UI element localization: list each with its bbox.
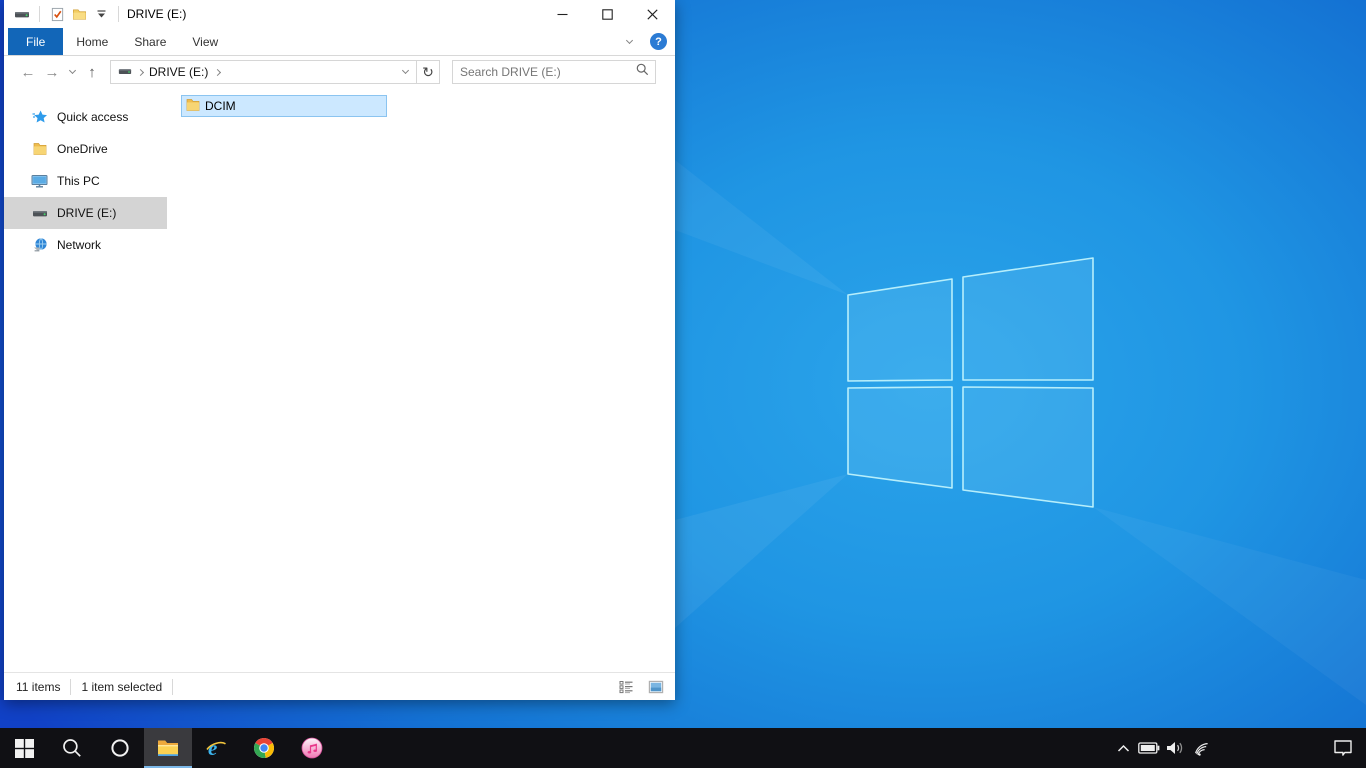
navigation-bar: ← → ↑ DRIVE (E:) ↻	[4, 56, 675, 88]
sidebar-item-label: Quick access	[57, 110, 129, 124]
cortana-button cortana-circle-icon[interactable]	[96, 728, 144, 768]
taskbar-empty-space	[336, 728, 1110, 768]
details-view-button details-view-icon[interactable]	[615, 676, 637, 698]
file-explorer-window: DRIVE (E:) File Home Share View ? ← → ↑	[4, 0, 675, 700]
sidebar-item-label: Network	[57, 238, 102, 252]
action-center-button notification-bubble-icon[interactable]	[1320, 728, 1366, 768]
breadcrumb-drive-icon	[118, 64, 132, 81]
tab-home[interactable]: Home	[63, 28, 121, 55]
view-toggles	[615, 676, 667, 698]
status-divider	[172, 678, 174, 695]
forward-button arrow-right-icon[interactable]: →	[40, 60, 64, 84]
maximize-button maximize-icon[interactable]	[585, 0, 630, 28]
titlebar: DRIVE (E:)	[4, 0, 675, 28]
breadcrumb-drive-e[interactable]: DRIVE (E:)	[149, 65, 208, 79]
svg-text:e: e	[208, 736, 217, 760]
sidebar-item-label: OneDrive	[57, 142, 108, 156]
wifi-tray-button wifi-icon[interactable]	[1188, 728, 1214, 768]
file-name: DCIM	[205, 99, 236, 113]
folder-icon	[185, 97, 201, 116]
qat-new-folder-button new-folder-icon[interactable]	[68, 3, 90, 25]
sidebar-item-onedrive[interactable]: OneDrive	[4, 133, 167, 165]
sidebar-item-quick-access[interactable]: Quick access	[4, 101, 167, 133]
refresh-button refresh-icon[interactable]: ↻	[417, 61, 439, 83]
folder-contents-pane[interactable]: DCIM	[167, 88, 675, 672]
taskbar-search-button search-icon[interactable]	[48, 728, 96, 768]
search-box	[452, 60, 656, 84]
recent-locations-button chevron-down-icon[interactable]	[64, 60, 80, 84]
help-button help-icon[interactable]: ?	[650, 33, 667, 50]
titlebar-separator	[118, 6, 119, 22]
large-icons-view-button large-icons-view-icon[interactable]	[645, 676, 667, 698]
window-body: Quick access OneDrive This PC DRIVE (E:)	[4, 88, 675, 672]
sidebar-item-label: This PC	[57, 174, 100, 188]
breadcrumb-chevron-icon[interactable]	[136, 68, 145, 76]
titlebar-separator	[39, 6, 40, 22]
taskbar-itunes-button itunes-icon[interactable]	[288, 728, 336, 768]
expand-ribbon-button chevron-down-icon[interactable]	[618, 31, 640, 53]
battery-tray-button battery-icon[interactable]	[1136, 728, 1162, 768]
sidebar-item-network[interactable]: Network	[4, 229, 167, 261]
back-button arrow-left-icon[interactable]: ←	[16, 60, 40, 84]
navigation-pane: Quick access OneDrive This PC DRIVE (E:)	[4, 88, 167, 672]
sidebar-item-this-pc[interactable]: This PC	[4, 165, 167, 197]
address-bar[interactable]: DRIVE (E:) ↻	[110, 60, 440, 84]
qat-properties-button properties-check-icon[interactable]	[46, 3, 68, 25]
items-count: 11 items	[16, 679, 61, 694]
star-icon	[31, 109, 48, 126]
close-button close-icon[interactable]	[630, 0, 675, 28]
selection-count: 1 item selected	[81, 679, 163, 694]
monitor-icon	[31, 173, 48, 190]
search-input[interactable]	[460, 65, 636, 79]
windows-logo	[847, 257, 1094, 508]
status-divider	[70, 678, 72, 695]
search-icon[interactable]	[636, 63, 649, 81]
minimize-button minimize-icon[interactable]	[540, 0, 585, 28]
status-bar: 11 items 1 item selected	[4, 672, 675, 700]
folder-icon	[31, 141, 48, 158]
tab-view[interactable]: View	[179, 28, 231, 55]
tab-file[interactable]: File	[8, 28, 64, 55]
taskbar-internet-explorer-button ie-icon[interactable]: e	[192, 728, 240, 768]
volume-tray-button volume-icon[interactable]	[1162, 728, 1188, 768]
drive-icon	[31, 205, 48, 222]
network-icon	[31, 237, 48, 254]
taskbar-file-explorer-button explorer-folder-icon[interactable]	[144, 728, 192, 768]
up-button arrow-up-icon[interactable]: ↑	[80, 60, 104, 84]
window-drive-icon	[11, 3, 33, 25]
breadcrumb-chevron-icon[interactable]	[214, 68, 222, 76]
ribbon-tab-bar: File Home Share View ?	[4, 28, 675, 56]
address-dropdown-button chevron-down-icon[interactable]	[394, 61, 416, 83]
start-button windows-logo-icon[interactable]	[0, 728, 48, 768]
sidebar-item-label: DRIVE (E:)	[57, 206, 117, 220]
sidebar-item-drive-e[interactable]: DRIVE (E:)	[4, 197, 167, 229]
taskbar: e	[0, 728, 1366, 768]
file-item-dcim[interactable]: DCIM	[181, 95, 387, 117]
taskbar-chrome-button chrome-icon[interactable]	[240, 728, 288, 768]
tab-share[interactable]: Share	[121, 28, 179, 55]
taskbar-clock-area	[1214, 728, 1320, 768]
show-hidden-icons-button chevron-up-icon[interactable]	[1110, 728, 1136, 768]
qat-customize-button toolbar-chevron-down-icon[interactable]	[90, 3, 112, 25]
window-controls	[540, 0, 675, 28]
window-title: DRIVE (E:)	[127, 7, 187, 21]
